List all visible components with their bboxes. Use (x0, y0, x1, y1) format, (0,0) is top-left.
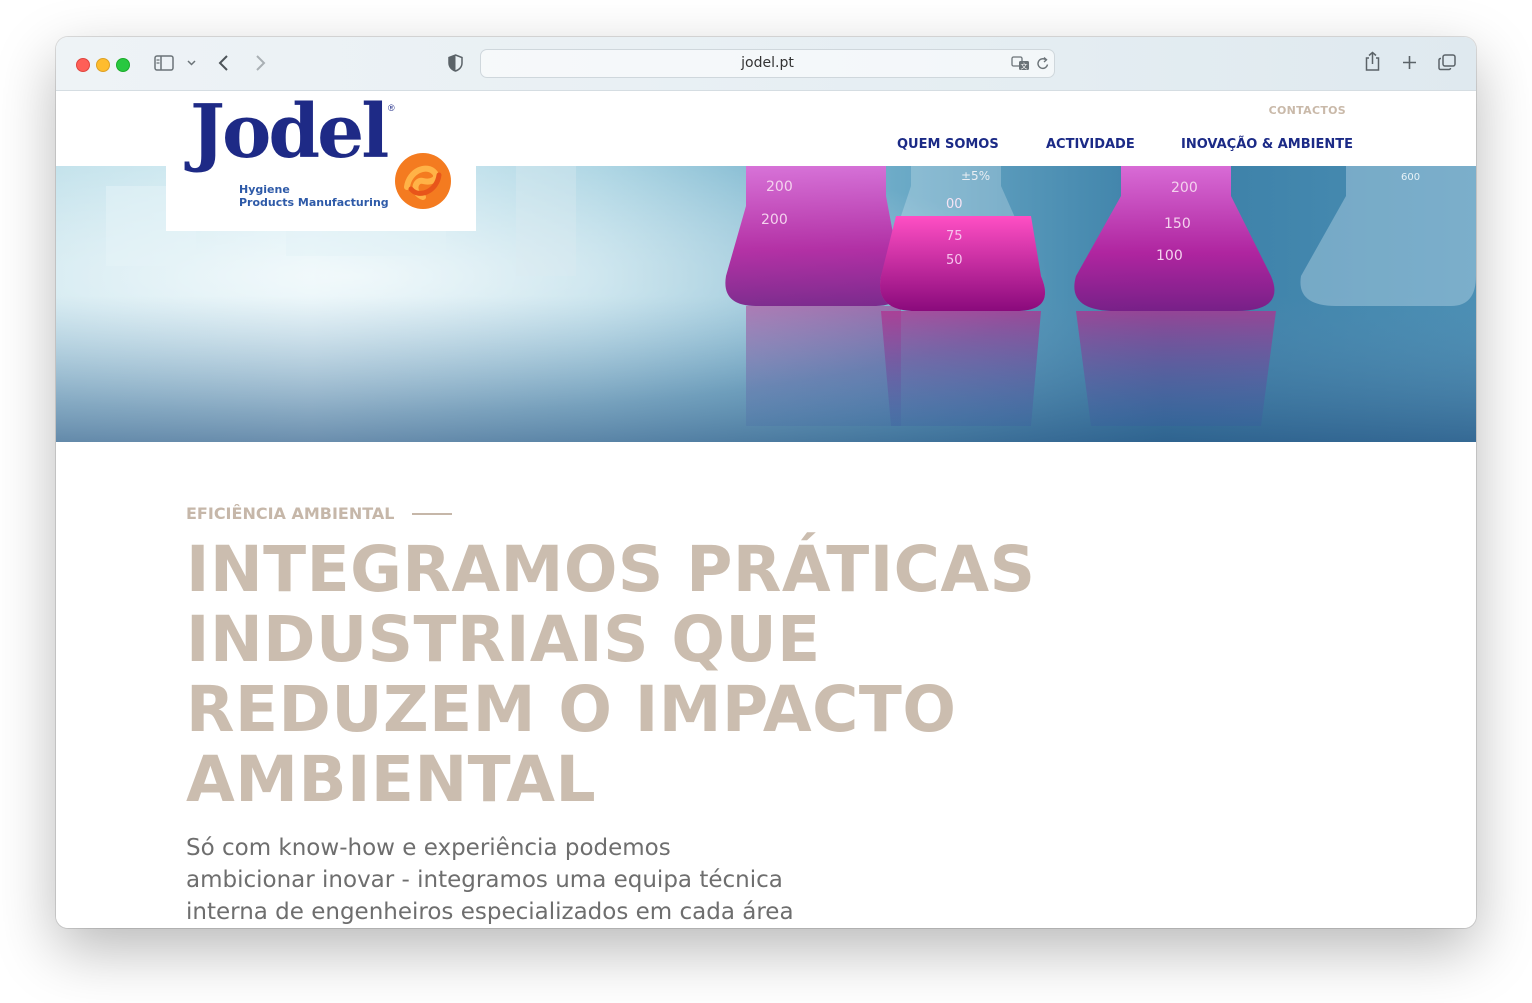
reload-icon[interactable] (1036, 56, 1050, 71)
zoom-window-button[interactable] (116, 58, 130, 72)
privacy-shield-icon[interactable] (448, 54, 463, 72)
flask-mark: 200 (1171, 180, 1198, 196)
site-logo[interactable]: Jodel ® Hygiene Products Manufacturing (166, 91, 476, 231)
flask-mark: 150 (1164, 216, 1191, 232)
browser-toolbar: jodel.pt 文 (56, 37, 1476, 91)
flask-mark: 100 (1156, 248, 1183, 264)
nav-item-actividade[interactable]: ACTIVIDADE (1046, 137, 1135, 152)
close-window-button[interactable] (76, 58, 90, 72)
flask-mark: 50 (946, 253, 963, 268)
share-icon[interactable] (1364, 51, 1381, 72)
back-arrow-icon[interactable] (218, 54, 230, 72)
web-page: CONTACTOS QUEM SOMOS ACTIVIDADE INOVAÇÃO… (56, 91, 1476, 928)
minimize-window-button[interactable] (96, 58, 110, 72)
translate-icon[interactable]: 文 (1011, 56, 1030, 71)
flask-mark: ±5% (961, 169, 990, 183)
svg-text:文: 文 (1021, 62, 1028, 71)
chevron-down-icon[interactable] (187, 60, 196, 66)
sidebar-toggle-icon[interactable] (154, 55, 174, 71)
tab-overview-icon[interactable] (1438, 54, 1456, 71)
headline-line: INTEGRAMOS PRÁTICAS (186, 533, 1036, 606)
section-lead-text: Só com know-how e experiência podemos am… (186, 832, 886, 928)
nav-item-quem-somos[interactable]: QUEM SOMOS (897, 137, 999, 152)
new-tab-icon[interactable] (1402, 55, 1417, 70)
nav-item-inovacao-ambiente[interactable]: INOVAÇÃO & AMBIENTE (1181, 137, 1353, 152)
logo-tagline: Hygiene Products Manufacturing (239, 183, 389, 209)
contacts-link[interactable]: CONTACTOS (1269, 104, 1346, 117)
lead-line: interna de engenheiros especializados em… (186, 899, 794, 925)
flask-mark: 600 (1401, 172, 1420, 183)
address-bar[interactable]: jodel.pt 文 (480, 49, 1055, 78)
headline-line: INDUSTRIAIS QUE (186, 603, 821, 676)
headline-line: AMBIENTAL (186, 743, 597, 816)
section-eyebrow: EFICIÊNCIA AMBIENTAL (186, 504, 395, 523)
logo-tagline-line-1: Hygiene (239, 183, 290, 196)
flask-mark: 75 (946, 229, 963, 244)
section-headline: INTEGRAMOS PRÁTICAS INDUSTRIAIS QUE REDU… (186, 535, 1086, 815)
logo-orange-swirl-icon (395, 153, 451, 209)
flask-mark: 200 (766, 179, 793, 195)
logo-wordmark: Jodel (190, 91, 389, 175)
lead-line: Só com know-how e experiência podemos (186, 835, 671, 861)
lead-line: ambicionar inovar - integramos uma equip… (186, 867, 783, 893)
eyebrow-divider (412, 513, 452, 515)
url-text: jodel.pt (741, 55, 794, 71)
flask-mark: 00 (946, 197, 963, 212)
headline-line: REDUZEM O IMPACTO (186, 673, 957, 746)
logo-tagline-line-2: Products Manufacturing (239, 196, 389, 209)
forward-arrow-icon[interactable] (254, 54, 266, 72)
flask-mark: 200 (761, 212, 788, 228)
browser-window: jodel.pt 文 CONTACTOS QUEM SOMOS ACTIVIDA… (56, 37, 1476, 928)
registered-mark: ® (388, 103, 395, 113)
